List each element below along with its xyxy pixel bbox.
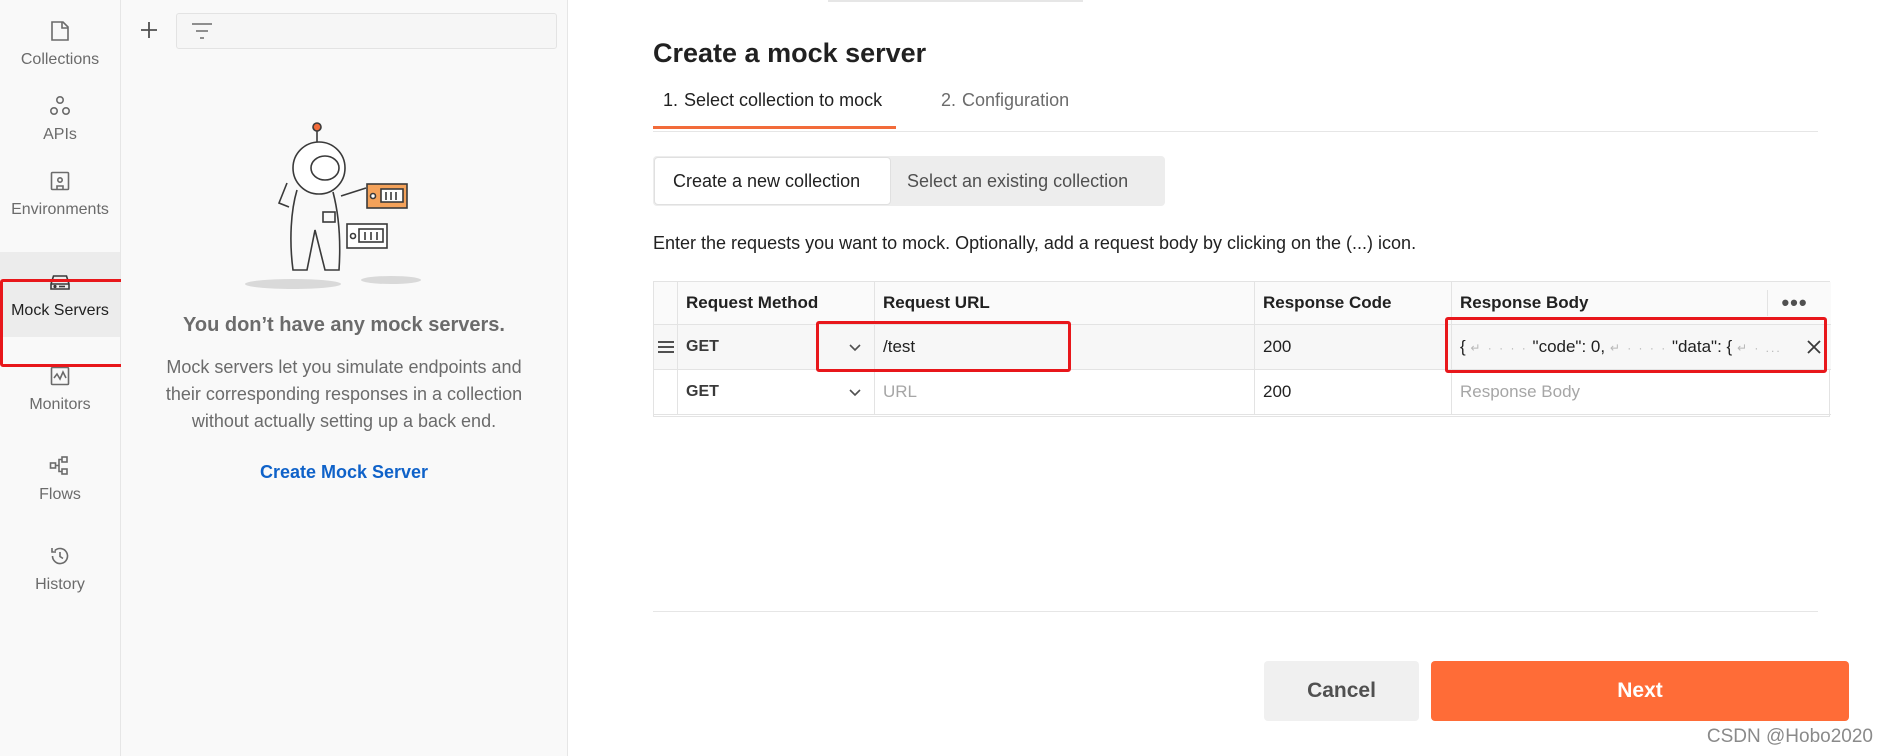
create-mock-server-link[interactable]: Create Mock Server xyxy=(121,462,567,483)
method-value: GET xyxy=(686,338,719,355)
response-code-value: 200 xyxy=(1263,382,1292,401)
whitespace-marker: ↵ · ... xyxy=(1736,341,1782,355)
collection-source-toggle: Create a new collection Select an existi… xyxy=(653,156,1165,206)
flows-icon xyxy=(49,456,68,475)
method-value: GET xyxy=(686,383,719,400)
sidebar-item-label: Flows xyxy=(39,486,81,503)
method-select[interactable]: GET xyxy=(678,325,875,370)
response-code-value: 200 xyxy=(1263,337,1292,356)
body-token: "data": { xyxy=(1671,337,1733,356)
step-tabs: 1. Select collection to mock 2. Configurat… xyxy=(653,86,1818,132)
drag-handle xyxy=(654,370,678,415)
sidebar-item-mock-servers[interactable]: Mock Servers xyxy=(0,252,120,337)
response-body-input[interactable]: { ↵ · · · · "code": 0, ↵ · · · · "data":… xyxy=(1452,325,1831,370)
sidebar-item-environments[interactable]: Environments xyxy=(0,150,120,238)
chevron-down-icon xyxy=(849,344,861,352)
response-body-input[interactable]: Response Body xyxy=(1452,370,1831,415)
top-divider xyxy=(828,0,1083,2)
url-placeholder: URL xyxy=(883,382,918,401)
collections-icon xyxy=(51,21,69,41)
sidebar-item-flows[interactable]: Flows xyxy=(0,435,120,523)
column-header: Request URL xyxy=(875,282,1255,325)
astronaut-illustration xyxy=(245,122,421,289)
filter-icon xyxy=(192,23,212,39)
response-code-input[interactable]: 200 xyxy=(1255,370,1452,415)
mock-servers-icon xyxy=(50,274,70,290)
more-options-button[interactable]: ••• xyxy=(1767,290,1821,316)
step-number: 2. xyxy=(941,90,957,110)
column-header: Request Method xyxy=(678,282,875,325)
sidebar-item-label: Collections xyxy=(20,51,100,68)
empty-state-description: Mock servers let you simulate endpoints … xyxy=(165,357,523,431)
method-select[interactable]: GET xyxy=(678,370,875,415)
sidebar-item-label: Monitors xyxy=(29,396,91,413)
sidebar-item-label: Mock Servers xyxy=(11,301,109,319)
sidebar-item-label: History xyxy=(35,576,85,593)
select-existing-collection-option[interactable]: Select an existing collection xyxy=(907,156,1128,206)
instruction-text: Enter the requests you want to mock. Opt… xyxy=(653,233,1417,253)
environments-icon xyxy=(50,171,70,191)
sidebar-item-label: APIs xyxy=(43,126,77,143)
chevron-down-icon xyxy=(849,389,861,397)
sidebar-item-history[interactable]: History xyxy=(0,525,120,613)
body-token: "code": 0, xyxy=(1532,337,1606,356)
response-body-placeholder: Response Body xyxy=(1460,382,1581,401)
monitors-icon xyxy=(50,366,70,386)
response-code-input[interactable]: 200 xyxy=(1255,325,1452,370)
body-token: { xyxy=(1460,337,1466,356)
panel-toolbar xyxy=(121,0,567,62)
watermark: CSDN @Hobo2020 xyxy=(1706,726,1873,747)
step-label: Select collection to mock xyxy=(684,90,883,110)
mock-servers-panel: You don’t have any mock servers. Mock se… xyxy=(121,0,568,756)
url-value: /test xyxy=(883,337,916,356)
whitespace-marker: ↵ · · · · xyxy=(1470,341,1528,355)
new-mock-server-button[interactable] xyxy=(133,14,165,46)
response-body-value: { ↵ · · · · "code": 0, ↵ · · · · "data":… xyxy=(1460,337,1790,357)
url-input[interactable]: /test xyxy=(875,325,1255,370)
active-tab-indicator xyxy=(653,126,896,129)
drag-handle-icon xyxy=(657,341,674,353)
page-title: Create a mock server xyxy=(653,38,927,68)
header-handle-cell xyxy=(654,282,678,325)
cancel-button[interactable]: Cancel xyxy=(1264,661,1419,721)
icon-rail: Collections APIs Environments Mock Serve… xyxy=(0,0,121,756)
step-label: Configuration xyxy=(962,90,1070,110)
filter-search-box[interactable] xyxy=(176,13,557,49)
url-input[interactable]: URL xyxy=(875,370,1255,415)
whitespace-marker: ↵ · · · · xyxy=(1609,341,1668,355)
history-icon xyxy=(51,547,69,565)
footer-divider xyxy=(653,611,1818,612)
column-header: Response Code xyxy=(1255,282,1452,325)
close-icon[interactable] xyxy=(1805,338,1823,356)
main-content: Create a mock server 1. Select collection… xyxy=(568,0,1885,756)
next-button[interactable]: Next xyxy=(1431,661,1849,721)
create-new-collection-option[interactable]: Create a new collection xyxy=(654,157,891,205)
drag-handle[interactable] xyxy=(654,325,678,370)
column-header: Response Body ••• xyxy=(1452,282,1831,325)
apis-icon xyxy=(49,95,71,116)
tab-configuration[interactable]: 2. Configuration xyxy=(941,90,1069,132)
plus-icon xyxy=(141,22,157,38)
sidebar-item-monitors[interactable]: Monitors xyxy=(0,345,120,433)
column-header-label: Response Body xyxy=(1460,293,1589,312)
requests-table: Request Method Request URL Response Code… xyxy=(653,281,1831,417)
sidebar-item-label: Environments xyxy=(11,201,109,218)
step-number: 1. xyxy=(663,90,679,110)
empty-state-title: You don’t have any mock servers. xyxy=(183,314,505,336)
